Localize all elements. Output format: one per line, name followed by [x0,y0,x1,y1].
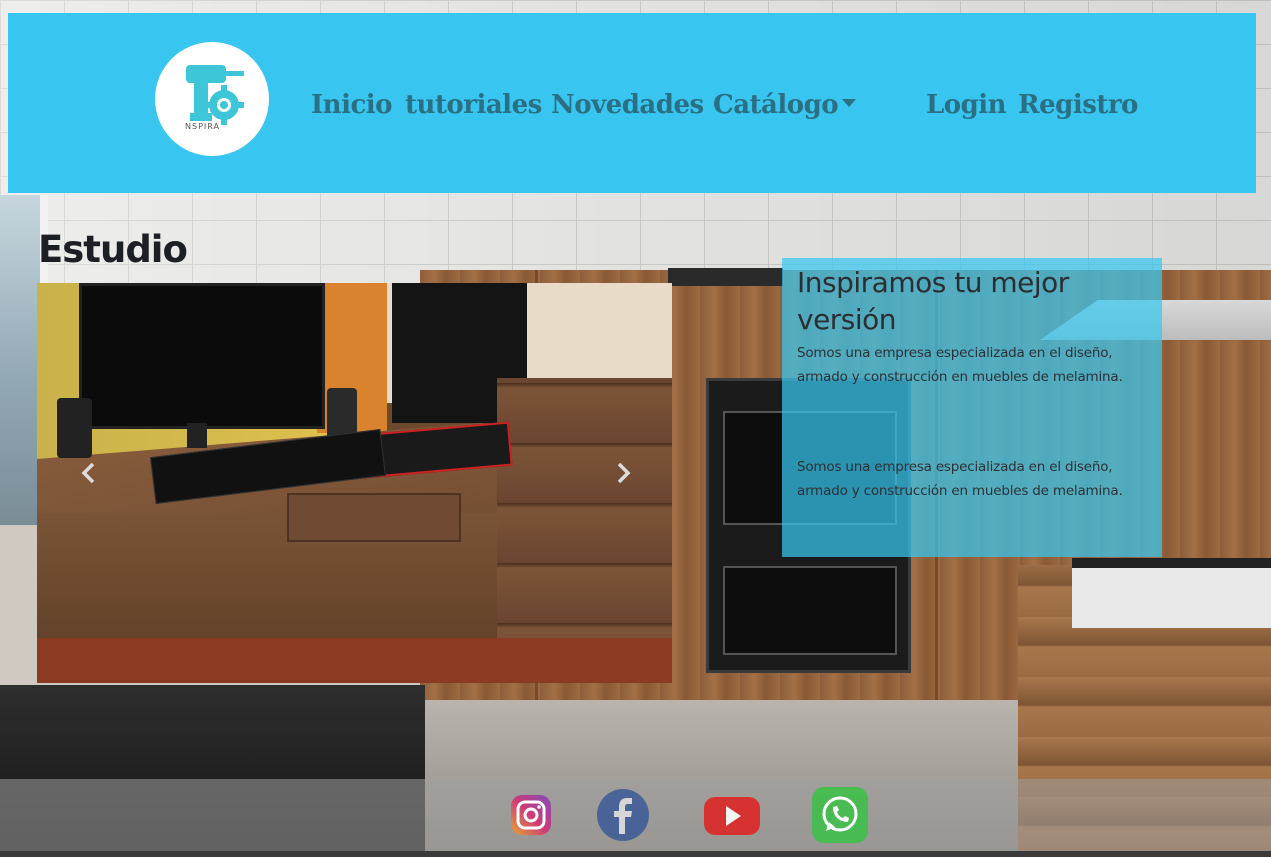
nav-catalogo-label: Catálogo [713,90,839,120]
carousel-image [37,283,672,683]
info-panel: Inspiramos tu mejor versión Somos una em… [782,258,1162,557]
nav-login[interactable]: Login [926,85,1007,125]
logo[interactable]: NSPIRA [155,42,269,156]
info-paragraph-1: Somos una empresa especializada en el di… [797,345,1123,385]
instagram-link[interactable] [502,786,560,844]
facebook-link[interactable] [594,786,652,844]
chevron-right-icon [617,462,631,484]
logo-text: NSPIRA [185,122,220,131]
image-carousel [37,283,672,683]
nav-registro[interactable]: Registro [1018,85,1138,125]
caret-down-icon [842,99,857,107]
nav-inicio[interactable]: Inicio [311,85,393,125]
info-paragraph-2: Somos una empresa especializada en el di… [797,459,1123,499]
whatsapp-icon [812,787,868,843]
drill-gear-logo-icon [186,65,244,125]
nav-catalogo-dropdown[interactable]: Catálogo [713,85,857,125]
chevron-left-icon [81,462,95,484]
nav-tutoriales[interactable]: tutoriales [405,85,542,125]
info-heading: Inspiramos tu mejor versión [797,266,1069,336]
youtube-icon [704,797,760,835]
page-title: Estudio [38,228,188,271]
whatsapp-link[interactable] [811,786,869,844]
instagram-icon [511,795,551,835]
site-header: NSPIRA Inicio tutoriales Novedades Catál… [8,13,1256,193]
stovetop [1072,558,1271,628]
youtube-link[interactable] [703,786,761,844]
carousel-prev-button[interactable] [69,443,109,503]
facebook-icon [597,789,649,841]
nav-novedades[interactable]: Novedades [551,85,704,125]
carousel-next-button[interactable] [603,443,643,503]
